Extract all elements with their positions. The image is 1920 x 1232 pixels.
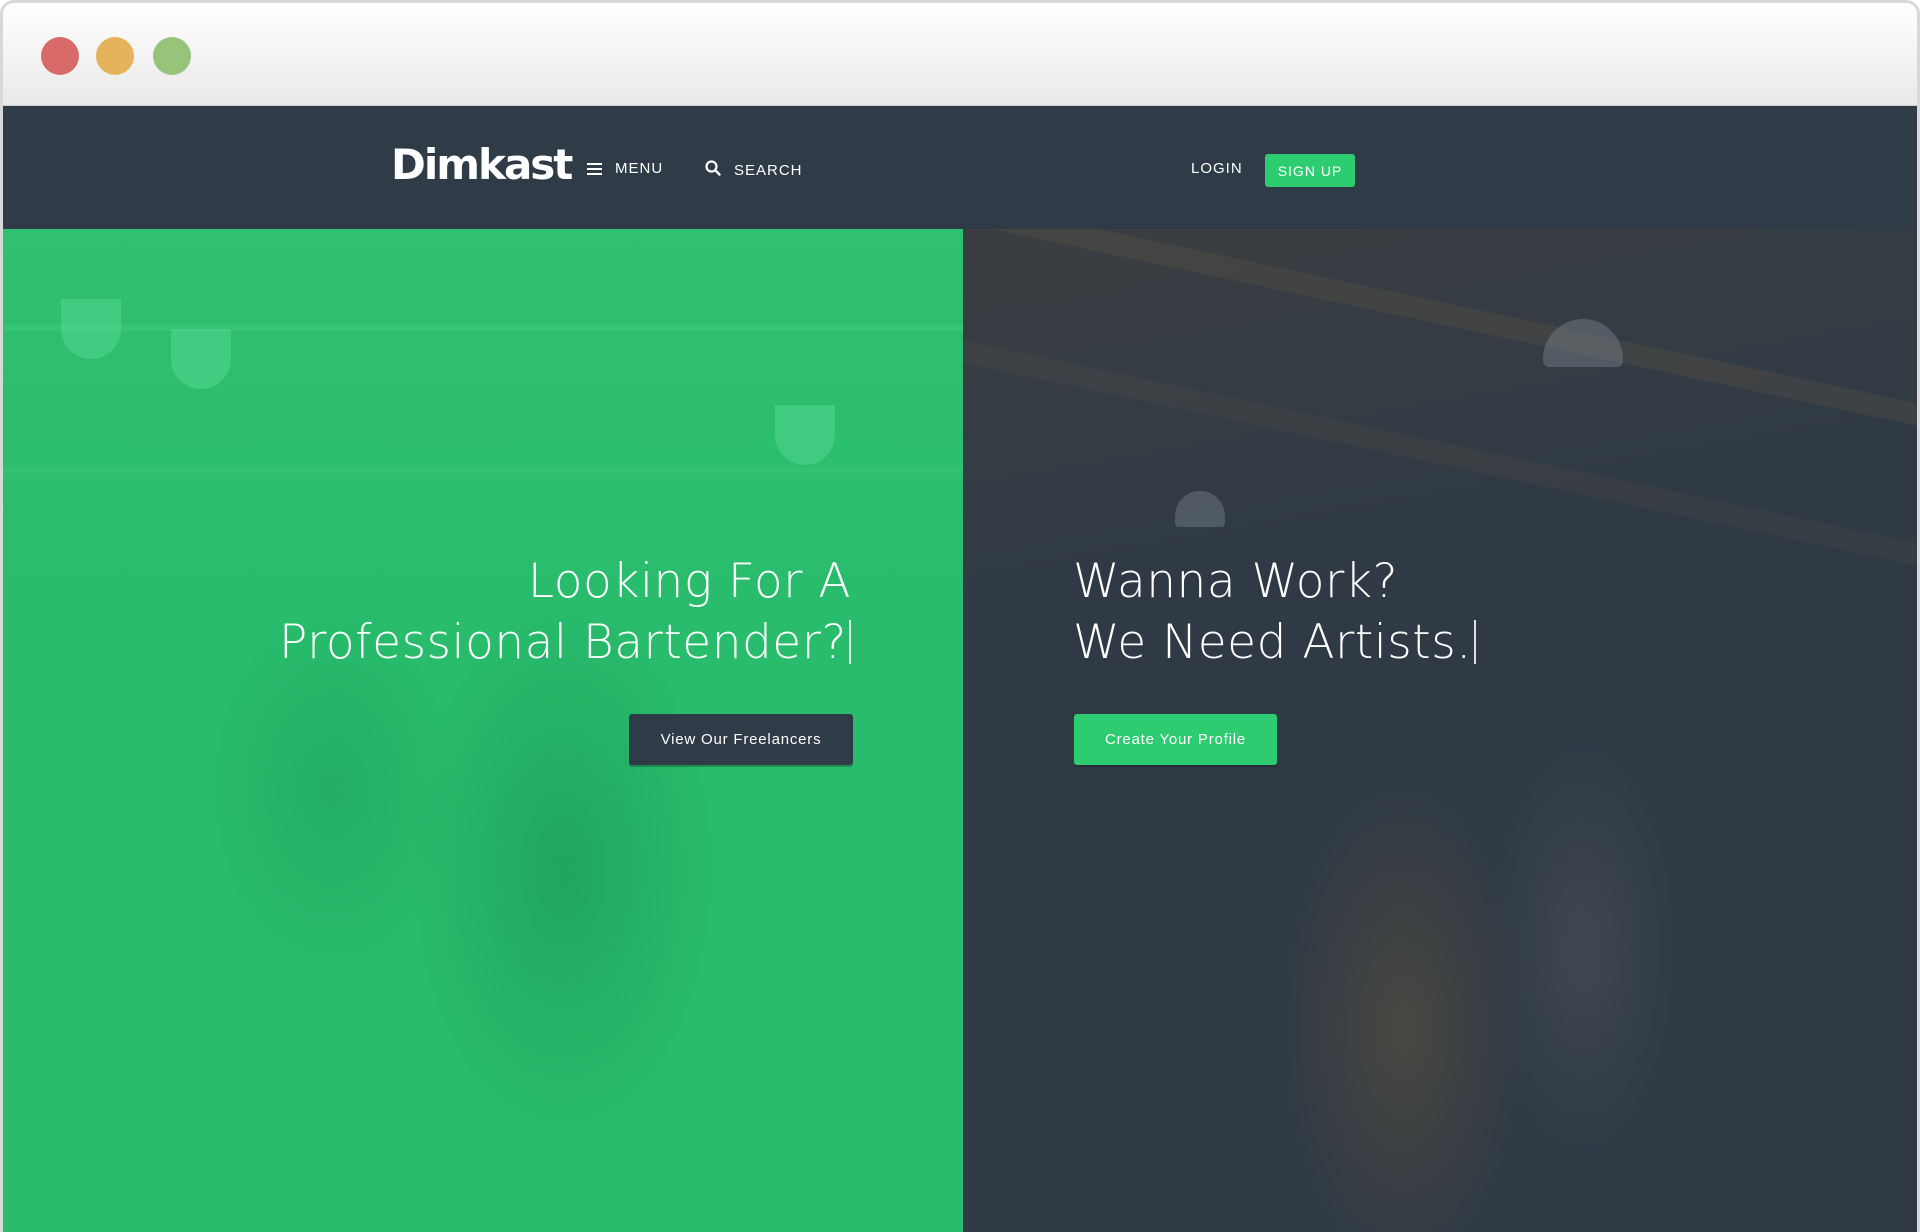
- search-label: SEARCH: [734, 161, 803, 179]
- zoom-window-button[interactable]: [153, 37, 191, 75]
- view-freelancers-button[interactable]: View Our Freelancers: [629, 714, 853, 765]
- create-profile-button[interactable]: Create Your Profile: [1074, 714, 1277, 765]
- site-logo[interactable]: Dimkast: [391, 144, 573, 186]
- site-header: Dimkast MENU SEARCH LOGIN SIGN UP: [3, 106, 1917, 229]
- browser-window: Dimkast MENU SEARCH LOGIN SIGN UP Lookin…: [0, 0, 1920, 1232]
- work-heading-line2: We Need Artists.: [1073, 615, 1472, 670]
- lamp-decoration: [171, 329, 231, 389]
- hire-heading-line2: Professional Bartender?: [279, 615, 847, 670]
- search-button[interactable]: SEARCH: [705, 160, 803, 180]
- hire-heading: Looking For A Professional Bartender?: [279, 551, 851, 673]
- lamp-decoration: [61, 299, 121, 359]
- shelf-decoration: [3, 467, 963, 473]
- lamp-decoration: [775, 405, 835, 465]
- hero-panel-hire: Looking For A Professional Bartender? Vi…: [3, 229, 963, 1232]
- close-window-button[interactable]: [41, 37, 79, 75]
- menu-label: MENU: [615, 160, 664, 177]
- signup-button[interactable]: SIGN UP: [1265, 154, 1355, 187]
- hero-panel-work: Wanna Work? We Need Artists. Create Your…: [963, 229, 1917, 1232]
- browser-titlebar: [3, 3, 1917, 106]
- menu-button[interactable]: MENU: [587, 160, 663, 177]
- shelf-decoration: [3, 325, 963, 331]
- hire-heading-line1: Looking For A: [527, 554, 851, 609]
- minimize-window-button[interactable]: [96, 37, 134, 75]
- login-link[interactable]: LOGIN: [1191, 160, 1243, 177]
- search-icon: [705, 160, 721, 180]
- lamp-decoration: [1175, 491, 1225, 527]
- typing-cursor: [849, 620, 851, 664]
- work-heading: Wanna Work? We Need Artists.: [1073, 551, 1476, 673]
- hamburger-icon: [587, 162, 602, 175]
- work-heading-line1: Wanna Work?: [1073, 554, 1399, 609]
- ceiling-beam-decoration: [963, 229, 1917, 446]
- typing-cursor: [1473, 620, 1476, 664]
